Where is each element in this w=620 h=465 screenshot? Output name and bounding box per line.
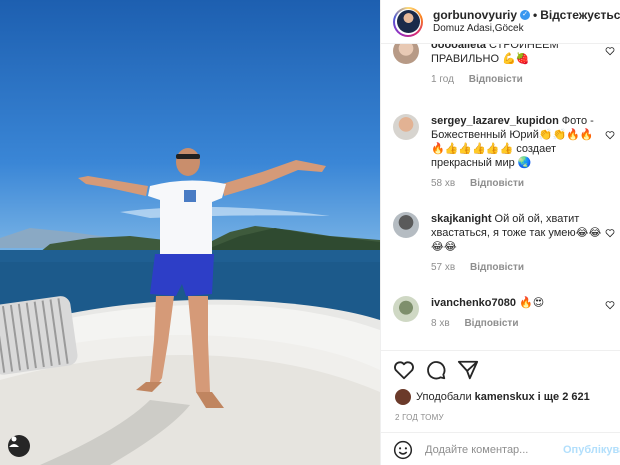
comment-time[interactable]: 57 хв bbox=[431, 262, 455, 273]
comment-time[interactable]: 8 хв bbox=[431, 318, 450, 329]
user-tag-icon[interactable] bbox=[8, 435, 30, 457]
post-photo-illustration bbox=[0, 148, 380, 465]
comment-like-heart-icon[interactable] bbox=[605, 130, 615, 140]
liker-avatar[interactable] bbox=[395, 389, 411, 405]
comment-item: ooooalieta СТРОЙНЕЕМ ПРАВИЛЬНО 💪🍓 1 год В… bbox=[393, 44, 615, 87]
post-actions: Уподобали kamenskux і ще 2 621 2 ГОД ТОМ… bbox=[381, 350, 620, 465]
add-comment-bar: Опублікувати bbox=[381, 432, 620, 465]
comment-item: sergey_lazarev_kupidon Фото - Божественны… bbox=[393, 114, 615, 191]
comment-item: ivanchenko7080 🔥😍 8 хв Відповісти bbox=[393, 296, 615, 331]
likes-summary[interactable]: Уподобали kamenskux і ще 2 621 bbox=[395, 389, 590, 405]
comment-time[interactable]: 1 год bbox=[431, 74, 454, 85]
author-username[interactable]: gorbunovyuriy bbox=[433, 8, 517, 22]
action-icons bbox=[393, 359, 489, 381]
post-location[interactable]: Domuz Adasi,Göcek bbox=[433, 22, 620, 36]
comment-username[interactable]: ivanchenko7080 bbox=[431, 297, 516, 309]
paper-plane-icon[interactable] bbox=[457, 359, 479, 381]
author-avatar[interactable] bbox=[393, 6, 423, 37]
likes-prefix: Уподобали bbox=[416, 391, 472, 403]
comments-list[interactable]: ooooalieta СТРОЙНЕЕМ ПРАВИЛЬНО 💪🍓 1 год В… bbox=[381, 44, 620, 349]
reply-button[interactable]: Відповісти bbox=[464, 318, 518, 329]
post-header: gorbunovyuriy ✓ • Відстежується Domuz Ad… bbox=[381, 0, 620, 44]
likes-count[interactable]: і ще 2 621 bbox=[538, 391, 590, 403]
comment-like-heart-icon[interactable] bbox=[605, 46, 615, 56]
reply-button[interactable]: Відповісти bbox=[470, 262, 524, 273]
comment-time[interactable]: 58 хв bbox=[431, 178, 455, 189]
comment-username[interactable]: sergey_lazarev_kupidon bbox=[431, 115, 559, 127]
reply-button[interactable]: Відповісти bbox=[470, 178, 524, 189]
smiley-icon[interactable] bbox=[393, 440, 413, 460]
reply-button[interactable]: Відповісти bbox=[469, 74, 523, 85]
comment-avatar[interactable] bbox=[393, 44, 419, 64]
heart-icon[interactable] bbox=[393, 359, 415, 381]
verified-badge-icon: ✓ bbox=[520, 9, 531, 20]
instagram-post: gorbunovyuriy ✓ • Відстежується Domuz Ad… bbox=[0, 0, 620, 465]
add-comment-input[interactable] bbox=[425, 443, 555, 456]
separator-dot: • bbox=[533, 7, 538, 22]
comment-avatar[interactable] bbox=[393, 212, 419, 238]
comment-username[interactable]: skajkanight bbox=[431, 213, 492, 225]
post-sidebar: gorbunovyuriy ✓ • Відстежується Domuz Ad… bbox=[380, 0, 620, 465]
comment-text: 🔥😍 bbox=[519, 297, 545, 309]
comment-like-heart-icon[interactable] bbox=[605, 228, 615, 238]
post-photo[interactable] bbox=[0, 0, 380, 465]
publish-button[interactable]: Опублікувати bbox=[563, 444, 620, 456]
comment-avatar[interactable] bbox=[393, 114, 419, 140]
post-timestamp[interactable]: 2 ГОД ТОМУ bbox=[395, 413, 444, 422]
comment-like-heart-icon[interactable] bbox=[605, 300, 615, 310]
liker-username[interactable]: kamenskux bbox=[475, 391, 535, 403]
comment-username[interactable]: ooooalieta bbox=[431, 44, 486, 51]
follow-status-button[interactable]: Відстежується bbox=[540, 8, 620, 22]
comment-item: skajkanight Ой ой ой, хватит хвастаться, … bbox=[393, 212, 615, 275]
comment-bubble-icon[interactable] bbox=[425, 359, 447, 381]
comment-avatar[interactable] bbox=[393, 296, 419, 322]
